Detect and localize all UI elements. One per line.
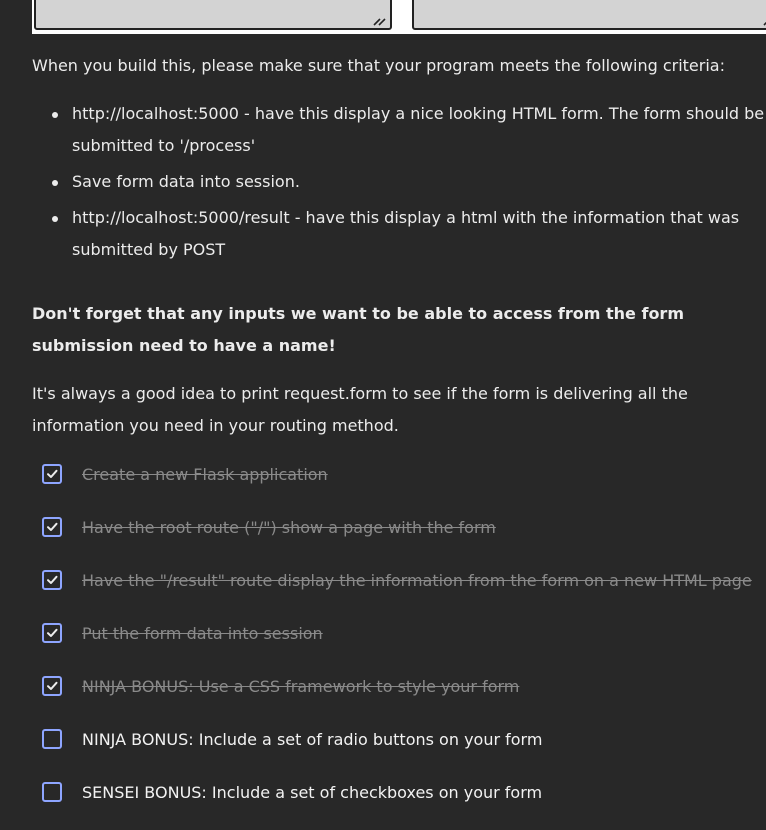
name-attribute-note: Don't forget that any inputs we want to … xyxy=(32,304,684,355)
task-checkbox[interactable] xyxy=(42,782,62,802)
request-form-tip: It's always a good idea to print request… xyxy=(32,384,688,435)
checkmark-icon xyxy=(47,469,58,478)
task-label: Create a new Flask application xyxy=(82,464,328,484)
task-checkbox[interactable] xyxy=(42,676,62,696)
resize-grip-icon xyxy=(763,21,766,26)
task-item[interactable]: NINJA BONUS: Use a CSS framework to styl… xyxy=(42,674,519,698)
task-checkbox[interactable] xyxy=(42,517,62,537)
criteria-item: http://localhost:5000 - have this displa… xyxy=(52,98,766,162)
task-item[interactable]: Have the root route ("/") show a page wi… xyxy=(42,515,496,539)
task-item[interactable]: Have the "/result" route display the inf… xyxy=(42,568,752,592)
wireframe-image xyxy=(32,0,766,34)
task-item[interactable]: SENSEI BONUS: Include a set of checkboxe… xyxy=(42,780,542,804)
task-label: Put the form data into session xyxy=(82,623,323,643)
criteria-item: http://localhost:5000/result - have this… xyxy=(52,202,766,266)
criteria-line: http://localhost:5000 - have this displa… xyxy=(72,104,765,123)
criteria-line: submitted to '/process' xyxy=(72,136,256,155)
task-item[interactable]: Create a new Flask application xyxy=(42,462,328,486)
task-checkbox[interactable] xyxy=(42,464,62,484)
criteria-line: submitted by POST xyxy=(72,240,226,259)
task-item[interactable]: NINJA BONUS: Include a set of radio butt… xyxy=(42,727,542,751)
wireframe-panel-left xyxy=(34,0,392,30)
checkmark-icon xyxy=(47,522,58,531)
task-label: Have the "/result" route display the inf… xyxy=(82,570,752,590)
criteria-item: Save form data into session. xyxy=(52,166,766,198)
checkmark-icon xyxy=(47,628,58,637)
criteria-line: Save form data into session. xyxy=(72,172,300,191)
task-checkbox[interactable] xyxy=(42,570,62,590)
task-label: Have the root route ("/") show a page wi… xyxy=(82,517,496,537)
resize-grip-icon xyxy=(373,18,386,26)
task-item[interactable]: Put the form data into session xyxy=(42,621,323,645)
task-label: NINJA BONUS: Use a CSS framework to styl… xyxy=(82,676,520,696)
intro-text: When you build this, please make sure th… xyxy=(32,56,725,75)
checkmark-icon xyxy=(47,575,58,584)
wireframe-panel-right xyxy=(412,0,766,30)
task-checkbox[interactable] xyxy=(42,729,62,749)
criteria-line: http://localhost:5000/result - have this… xyxy=(72,208,740,227)
criteria-list: http://localhost:5000 - have this displa… xyxy=(32,98,766,270)
task-checkbox[interactable] xyxy=(42,623,62,643)
task-label: SENSEI BONUS: Include a set of checkboxe… xyxy=(82,782,543,802)
task-label: NINJA BONUS: Include a set of radio butt… xyxy=(82,729,543,749)
checkmark-icon xyxy=(47,681,58,690)
